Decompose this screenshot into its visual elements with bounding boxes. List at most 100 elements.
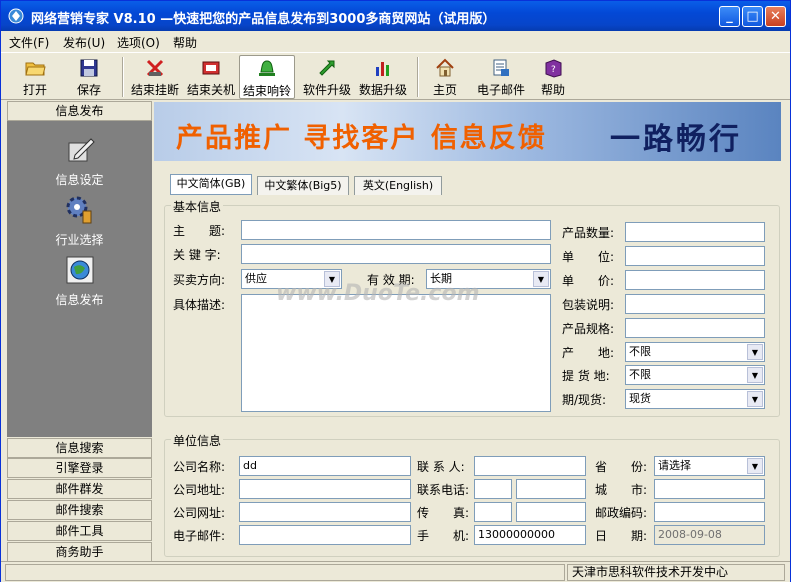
menu-options[interactable]: 选项(O) — [117, 34, 160, 51]
company-name-input[interactable]: dd — [239, 456, 411, 476]
save-disk-icon — [80, 59, 98, 77]
end-ring-button[interactable]: 结束响铃 — [239, 55, 295, 99]
contact-input[interactable] — [474, 456, 586, 476]
unit-input[interactable] — [625, 246, 765, 266]
term-select[interactable]: 现货 ▼ — [625, 389, 765, 409]
sidebar-section-mass-mail[interactable]: 邮件群发 — [7, 479, 152, 499]
sidebar-item-publish[interactable]: 信息发布 — [7, 253, 152, 308]
banner-slogan: 产品推广 寻找客户 信息反馈 — [176, 123, 547, 154]
toolbar: 打开 保存 结束挂断 结束关机 结束响铃 软件升级 数据升级 主页 电子邮件 ?… — [1, 52, 790, 100]
hangup-icon — [146, 59, 164, 77]
menu-publish[interactable]: 发布(U) — [63, 34, 105, 51]
email-button[interactable]: 电子邮件 — [473, 55, 529, 99]
chevron-down-icon: ▼ — [747, 391, 763, 407]
basic-info-group: 基本信息 主 题: 关 键 字: 买卖方向: 供应 ▼ 有 效 期: 长期 ▼ 具体… — [164, 198, 780, 417]
chevron-down-icon: ▼ — [747, 344, 763, 360]
menu-file[interactable]: 文件(F) — [9, 34, 49, 51]
term-label: 期/现货: — [562, 393, 607, 407]
close-button[interactable]: ✕ — [765, 6, 786, 27]
mobile-input[interactable]: 13000000000 — [474, 525, 586, 545]
origin-select[interactable]: 不限 ▼ — [625, 342, 765, 362]
homepage-button[interactable]: 主页 — [423, 55, 467, 99]
end-shutdown-button[interactable]: 结束关机 — [183, 55, 239, 99]
sidebar-section-info-search[interactable]: 信息搜索 — [7, 438, 152, 458]
sidebar-item-publish-label: 信息发布 — [55, 293, 104, 307]
tab-english[interactable]: 英文(English) — [354, 176, 442, 195]
fax-label: 传 真: — [417, 506, 470, 520]
spec-label: 产品规格: — [562, 322, 615, 336]
province-select[interactable]: 请选择 ▼ — [654, 456, 765, 476]
company-address-input[interactable] — [239, 479, 411, 499]
software-upgrade-button[interactable]: 软件升级 — [299, 55, 355, 99]
globe-icon — [66, 256, 93, 284]
company-website-input[interactable] — [239, 502, 411, 522]
delivery-select[interactable]: 不限 ▼ — [625, 365, 765, 385]
sidebar-header-publish[interactable]: 信息发布 — [7, 101, 152, 121]
sidebar-item-info-settings[interactable]: 信息设定 — [7, 133, 152, 188]
end-hangup-label: 结束挂断 — [130, 83, 179, 97]
price-input[interactable] — [625, 270, 765, 290]
description-textarea[interactable] — [241, 294, 551, 412]
sidebar-section-mail-search[interactable]: 邮件搜索 — [7, 500, 152, 520]
contact-label: 联 系 人: — [417, 460, 465, 474]
promo-banner: 产品推广 寻找客户 信息反馈 一路畅行 — [154, 102, 781, 161]
subject-input[interactable] — [241, 220, 551, 240]
sidebar-item-industry[interactable]: 行业选择 — [7, 193, 152, 248]
main-panel: 中文简体(GB) 中文繁体(Big5) 英文(English) 基本信息 主 题… — [154, 163, 781, 560]
sidebar-item-industry-label: 行业选择 — [55, 233, 104, 247]
end-hangup-button[interactable]: 结束挂断 — [127, 55, 183, 99]
email-icon — [493, 59, 509, 76]
packaging-input[interactable] — [625, 294, 765, 314]
help-label: 帮助 — [540, 83, 565, 97]
status-cell-company: 天津市思科软件技术开发中心 — [567, 564, 785, 581]
toolbar-separator — [122, 57, 124, 97]
mobile-label: 手 机: — [417, 529, 470, 543]
sidebar-section-business-assistant[interactable]: 商务助手 — [7, 542, 152, 562]
zip-label: 邮政编码: — [595, 506, 648, 520]
chevron-down-icon: ▼ — [747, 367, 763, 383]
tab-traditional-chinese[interactable]: 中文繁体(Big5) — [257, 176, 349, 195]
chevron-down-icon: ▼ — [747, 458, 763, 474]
description-label: 具体描述: — [173, 298, 226, 312]
sidebar-item-info-settings-label: 信息设定 — [55, 173, 104, 187]
zip-input[interactable] — [654, 502, 765, 522]
tab-simplified-chinese[interactable]: 中文简体(GB) — [170, 174, 252, 195]
date-input[interactable]: 2008-09-08 — [654, 525, 765, 545]
app-icon — [8, 8, 24, 24]
open-button[interactable]: 打开 — [11, 55, 59, 99]
help-book-icon: ? — [545, 59, 562, 78]
direction-value: 供应 — [245, 272, 267, 285]
help-button[interactable]: ? 帮助 — [531, 55, 575, 99]
company-website-label: 公司网址: — [173, 506, 226, 520]
spec-input[interactable] — [625, 318, 765, 338]
gear-icon — [66, 196, 91, 224]
sidebar-section-mail-tools[interactable]: 邮件工具 — [7, 521, 152, 541]
delivery-label: 提 货 地: — [562, 369, 610, 383]
quantity-input[interactable] — [625, 222, 765, 242]
phone-area-input[interactable] — [474, 479, 512, 499]
data-upgrade-button[interactable]: 数据升级 — [355, 55, 411, 99]
keyword-input[interactable] — [241, 244, 551, 264]
city-input[interactable] — [654, 479, 765, 499]
settings-pen-icon — [68, 138, 95, 162]
delivery-value: 不限 — [629, 368, 651, 381]
fax-number-input[interactable] — [516, 502, 586, 522]
phone-label: 联系电话: — [417, 483, 470, 497]
window-title: 网络营销专家 V8.10 —快速把您的产品信息发布到3000多商贸网站（试用版） — [31, 12, 496, 27]
menu-help[interactable]: 帮助 — [173, 34, 197, 51]
term-value: 现货 — [629, 392, 651, 405]
save-button[interactable]: 保存 — [65, 55, 113, 99]
sidebar-section-engine-login[interactable]: 引擎登录 — [7, 458, 152, 478]
email-label: 电子邮件 — [476, 83, 525, 97]
province-label: 省 份: — [595, 460, 648, 474]
email-input[interactable] — [239, 525, 411, 545]
phone-number-input[interactable] — [516, 479, 586, 499]
quantity-label: 产品数量: — [562, 226, 615, 240]
minimize-icon: _ — [726, 9, 733, 24]
date-label: 日 期: — [595, 529, 648, 543]
fax-area-input[interactable] — [474, 502, 512, 522]
watermark: www.DuoTe.com — [276, 281, 480, 306]
maximize-button[interactable]: □ — [742, 6, 763, 27]
open-folder-icon — [25, 62, 46, 76]
minimize-button[interactable]: _ — [719, 6, 740, 27]
